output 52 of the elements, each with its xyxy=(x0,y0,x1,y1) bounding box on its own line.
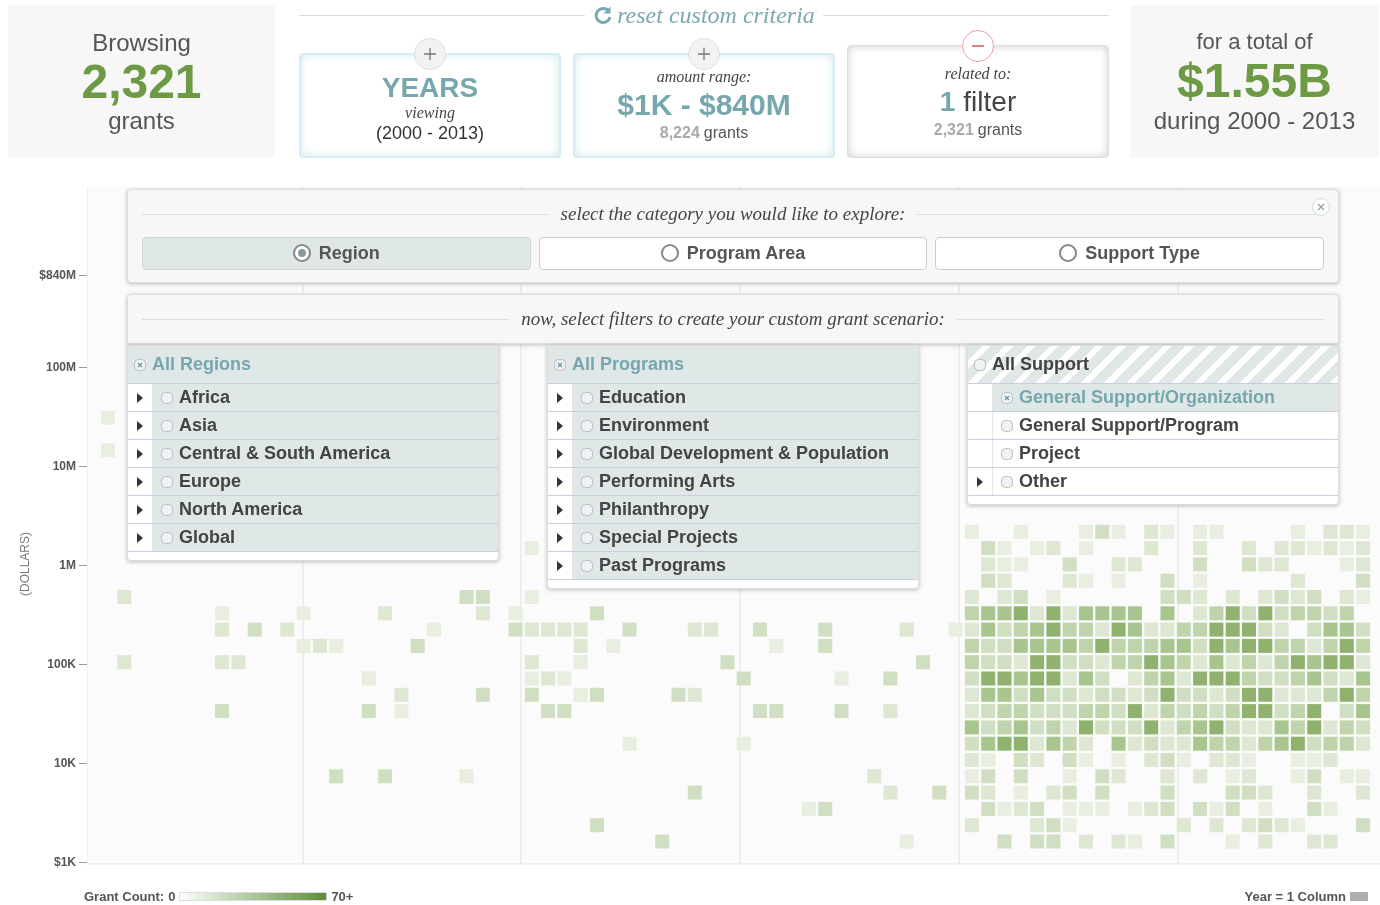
list-item[interactable]: Europe xyxy=(153,468,498,495)
list-item[interactable]: Performing Arts xyxy=(573,468,918,495)
criteria-card[interactable]: YEARS viewing (2000 - 2013) xyxy=(299,53,561,158)
axis-title: (DOLLARS) xyxy=(17,531,33,598)
list-item[interactable]: Past Programs xyxy=(573,552,918,579)
summary-label: for a total of xyxy=(1196,28,1313,55)
category-option[interactable]: Region xyxy=(142,236,531,270)
grant-count: 8,224 xyxy=(659,123,700,143)
axis-tick-label: 100M xyxy=(45,359,76,375)
column-legend-label: Year = 1 Column xyxy=(1244,888,1346,905)
summary-unit: grants xyxy=(108,106,175,135)
criteria-caption: viewing xyxy=(405,103,455,123)
filter-word: filter xyxy=(963,85,1017,119)
list-item[interactable]: Central & South America xyxy=(153,440,498,467)
category-option[interactable]: Program Area xyxy=(538,236,928,270)
grant-count: 2,321 xyxy=(933,120,974,140)
summary-label: Browsing xyxy=(92,28,191,57)
filter-count: 1 xyxy=(939,85,956,119)
summary-period: during 2000 - 2013 xyxy=(1153,106,1356,135)
total-amount: $1.55B xyxy=(1177,54,1332,107)
list-item[interactable]: Asia xyxy=(153,412,498,439)
list-item[interactable]: Education xyxy=(573,384,918,411)
axis-tick-label: 10M xyxy=(52,458,76,474)
list-item[interactable]: Global xyxy=(153,524,498,551)
list-item[interactable]: Global Development & Population xyxy=(573,440,918,467)
list-item[interactable]: North America xyxy=(153,496,498,523)
legend-label: Grant Count: xyxy=(84,888,165,905)
list-item[interactable]: Philanthropy xyxy=(573,496,918,523)
axis-tick-label: 10K xyxy=(54,755,76,771)
criteria-value: $1K - $840M xyxy=(617,87,791,123)
axis-tick-label: 100K xyxy=(47,656,76,672)
grant-count: 2,321 xyxy=(81,56,202,107)
axis-tick-label: $840M xyxy=(39,267,76,283)
legend-min-label: 0 xyxy=(168,888,176,905)
axis-tick-label: $1K xyxy=(54,854,76,870)
criteria-card[interactable]: related to: 1 filter 2,321 grants xyxy=(847,45,1109,158)
list-item[interactable]: Environment xyxy=(573,412,918,439)
criteria-caption: amount range: xyxy=(656,67,752,87)
count-unit: grants xyxy=(703,123,749,143)
panel-prompt: select the category you would like to explore: xyxy=(560,202,906,226)
legend-max-label: 70+ xyxy=(331,888,354,905)
criteria-card[interactable]: amount range: $1K - $840M 8,224 grants xyxy=(573,53,835,158)
count-unit: grants xyxy=(977,120,1023,140)
list-item[interactable]: Special Projects xyxy=(573,524,918,551)
axis-tick-label: 1M xyxy=(59,557,76,573)
criteria-title: YEARS xyxy=(381,73,479,103)
category-option[interactable]: Support Type xyxy=(935,236,1324,270)
criteria-detail: (2000 - 2013) xyxy=(375,123,485,143)
criteria-caption: related to: xyxy=(944,64,1012,84)
list-item[interactable]: Africa xyxy=(153,384,498,411)
panel-prompt: now, select filters to create your custom grant scenario: xyxy=(521,306,945,331)
list-header[interactable]: All Support xyxy=(968,346,1338,384)
